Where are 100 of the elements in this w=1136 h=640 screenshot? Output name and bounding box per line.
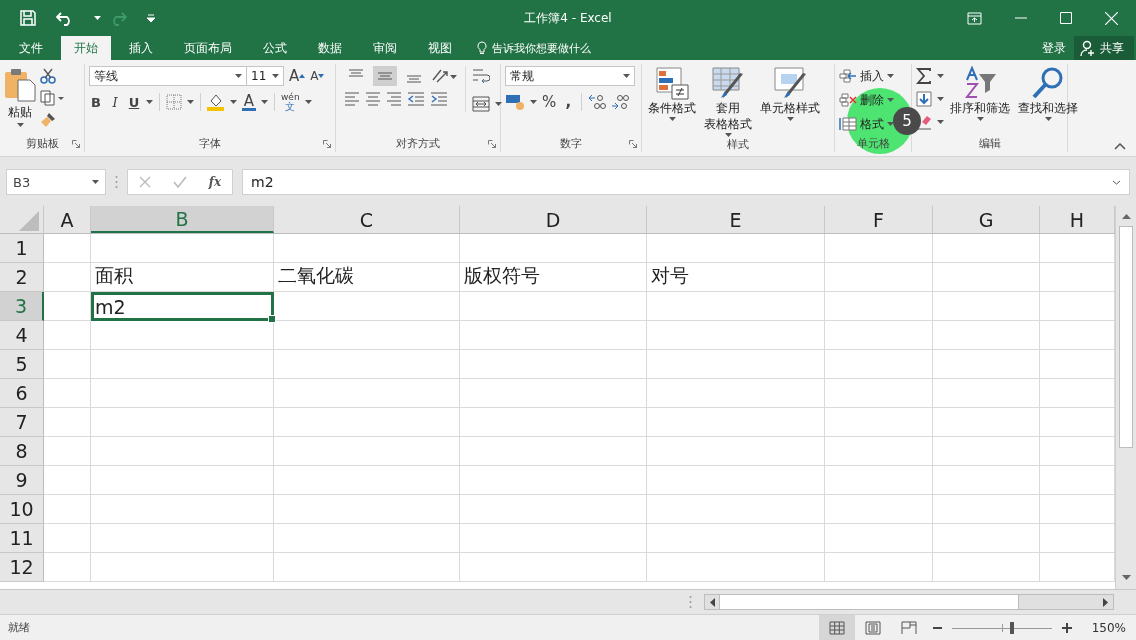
- row-header[interactable]: 11: [0, 524, 44, 553]
- font-name-dropdown[interactable]: 等线: [89, 66, 247, 86]
- cell[interactable]: [933, 292, 1040, 321]
- cell[interactable]: [825, 553, 933, 582]
- align-center-icon[interactable]: [365, 92, 381, 106]
- cell[interactable]: [825, 234, 933, 263]
- style-gallery-button[interactable]: 套用 表格格式: [702, 66, 754, 137]
- cell[interactable]: [647, 379, 825, 408]
- cell[interactable]: [460, 437, 647, 466]
- cell[interactable]: [460, 350, 647, 379]
- cell[interactable]: [91, 495, 274, 524]
- row-header[interactable]: 3: [0, 292, 44, 321]
- cell[interactable]: [44, 263, 91, 292]
- text-orientation-icon[interactable]: [431, 68, 457, 84]
- phonetic-button[interactable]: wén 文: [281, 92, 300, 112]
- scissors-icon[interactable]: [40, 68, 56, 84]
- style-gallery-button[interactable]: 条件格式: [646, 66, 698, 121]
- borders-icon[interactable]: [166, 94, 182, 110]
- caret-icon[interactable]: [495, 102, 502, 106]
- cell[interactable]: [933, 350, 1040, 379]
- cell[interactable]: [44, 408, 91, 437]
- font-style-button[interactable]: B: [89, 92, 103, 112]
- scroll-up-icon[interactable]: [1121, 214, 1131, 220]
- ribbon-tab[interactable]: 开始: [61, 36, 111, 60]
- cell[interactable]: [825, 292, 933, 321]
- row-header[interactable]: 10: [0, 495, 44, 524]
- cell[interactable]: [44, 495, 91, 524]
- row-header[interactable]: 8: [0, 437, 44, 466]
- cell[interactable]: [825, 263, 933, 292]
- ribbon-tab[interactable]: 插入: [116, 36, 166, 60]
- maximize-icon[interactable]: [1060, 12, 1072, 24]
- cell[interactable]: [274, 234, 460, 263]
- caret-icon[interactable]: [261, 100, 268, 104]
- scroll-left-icon[interactable]: [709, 597, 715, 607]
- cell[interactable]: [825, 495, 933, 524]
- column-header[interactable]: G: [933, 206, 1040, 233]
- cell[interactable]: 版权符号: [460, 263, 647, 292]
- font-color-button[interactable]: A: [242, 93, 256, 111]
- row-header[interactable]: 1: [0, 234, 44, 263]
- number-format-dropdown[interactable]: 常规: [505, 66, 635, 86]
- cell[interactable]: [274, 408, 460, 437]
- cell[interactable]: [91, 379, 274, 408]
- cell[interactable]: [44, 379, 91, 408]
- caret-icon[interactable]: [230, 100, 237, 104]
- cell[interactable]: [933, 321, 1040, 350]
- cell[interactable]: [933, 495, 1040, 524]
- vertical-scrollbar[interactable]: [1115, 206, 1136, 589]
- minimize-icon[interactable]: [1015, 17, 1027, 19]
- cell[interactable]: [460, 524, 647, 553]
- cell[interactable]: [460, 379, 647, 408]
- align-left-icon[interactable]: [344, 92, 360, 106]
- cell[interactable]: [933, 553, 1040, 582]
- caret-icon[interactable]: [530, 100, 537, 104]
- cell[interactable]: [647, 321, 825, 350]
- fill-color-icon[interactable]: [207, 93, 225, 111]
- cell[interactable]: [647, 524, 825, 553]
- cell[interactable]: [274, 350, 460, 379]
- ribbon-tab[interactable]: 公式: [250, 36, 300, 60]
- cells-menu-button[interactable]: 格式: [839, 114, 894, 134]
- scroll-down-icon[interactable]: [1121, 575, 1131, 581]
- caret-icon[interactable]: [187, 100, 194, 104]
- cell[interactable]: [274, 437, 460, 466]
- cell[interactable]: [44, 321, 91, 350]
- cell[interactable]: [91, 466, 274, 495]
- fill-down-icon[interactable]: [916, 91, 932, 107]
- currency-icon[interactable]: [505, 93, 525, 111]
- cell[interactable]: [91, 524, 274, 553]
- cell[interactable]: [647, 350, 825, 379]
- font-style-button[interactable]: U: [127, 92, 141, 112]
- sign-in-link[interactable]: 登录: [1042, 36, 1066, 60]
- caret-icon[interactable]: [937, 74, 944, 78]
- comma-button[interactable]: ,: [561, 92, 576, 112]
- cell[interactable]: [460, 553, 647, 582]
- row-header[interactable]: 2: [0, 263, 44, 292]
- cell[interactable]: [933, 263, 1040, 292]
- decrease-font-button[interactable]: A: [310, 66, 325, 86]
- zoom-level[interactable]: 150%: [1091, 620, 1126, 635]
- dialog-launcher-icon[interactable]: [629, 140, 637, 148]
- column-header[interactable]: E: [647, 206, 825, 233]
- cell[interactable]: [933, 524, 1040, 553]
- row-header[interactable]: 9: [0, 466, 44, 495]
- cell[interactable]: [460, 466, 647, 495]
- caret-icon[interactable]: [937, 97, 944, 101]
- cell[interactable]: [91, 321, 274, 350]
- collapse-ribbon-icon[interactable]: [1114, 143, 1126, 150]
- cell[interactable]: [274, 553, 460, 582]
- cell[interactable]: [274, 466, 460, 495]
- column-header[interactable]: F: [825, 206, 933, 233]
- row-header[interactable]: 7: [0, 408, 44, 437]
- ribbon-tab[interactable]: 视图: [415, 36, 465, 60]
- cell[interactable]: 二氧化碳: [274, 263, 460, 292]
- decrease-decimal-icon[interactable]: [611, 94, 630, 110]
- cell[interactable]: [933, 234, 1040, 263]
- insert-function-button[interactable]: fx: [208, 175, 222, 189]
- editing-button[interactable]: 查找和选择: [1016, 66, 1080, 121]
- caret-icon[interactable]: [146, 100, 153, 104]
- style-gallery-button[interactable]: 单元格样式: [758, 66, 822, 121]
- row-header[interactable]: 12: [0, 553, 44, 582]
- cancel-icon[interactable]: [138, 176, 151, 188]
- format-painter-icon[interactable]: [40, 112, 56, 128]
